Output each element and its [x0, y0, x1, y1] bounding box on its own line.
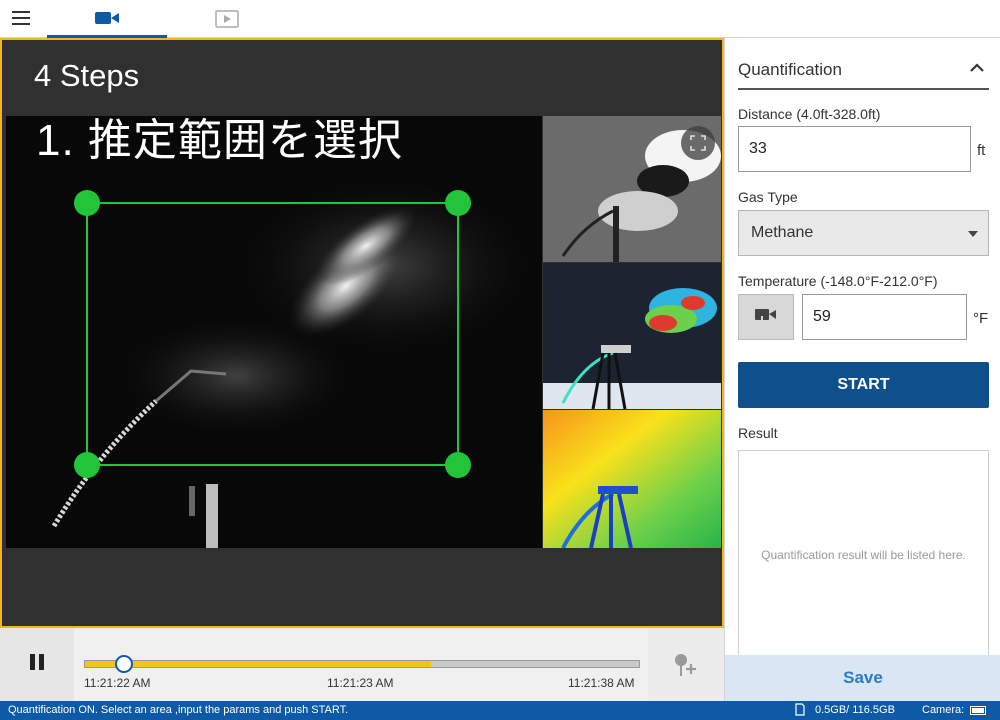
- panel-title: Quantification: [738, 60, 842, 79]
- hamburger-menu-icon[interactable]: [8, 7, 38, 31]
- top-bar: [0, 0, 1000, 38]
- start-button[interactable]: START: [738, 362, 989, 408]
- caret-down-icon: [968, 231, 978, 237]
- storage-text: 0.5GB/ 116.5GB: [815, 703, 895, 716]
- timeline-start-time: 11:21:22 AM: [84, 676, 151, 690]
- gas-type-value: Methane: [751, 224, 814, 241]
- battery-icon: [970, 705, 987, 715]
- thumbnail-colorized[interactable]: [543, 263, 721, 409]
- video-camera-icon: [95, 11, 119, 24]
- temperature-unit: °F: [973, 310, 989, 327]
- temperature-input[interactable]: [802, 294, 967, 340]
- result-label: Result: [738, 425, 778, 441]
- step-title: 1. 推定範囲を選択: [36, 116, 403, 165]
- tab-playback[interactable]: [167, 0, 287, 38]
- timeline-loaded-bar: [85, 661, 432, 667]
- camera-status: Camera:: [922, 704, 987, 716]
- timeline-track[interactable]: [84, 655, 640, 673]
- timeline-current-time: 11:21:23 AM: [327, 676, 394, 690]
- distance-unit: ft: [977, 142, 986, 159]
- distance-input[interactable]: [738, 126, 971, 172]
- add-pin-icon: [675, 653, 696, 676]
- play-video-icon: [215, 10, 239, 28]
- sd-card-icon: [795, 703, 805, 716]
- camera-label: Camera:: [922, 704, 965, 716]
- quantification-panel: Quantification Distance (4.0ft-328.0ft) …: [724, 38, 1000, 701]
- timeline-end-time: 11:21:38 AM: [568, 676, 635, 690]
- video-viewer[interactable]: 4 Steps 1. 推定範囲を選択: [0, 38, 724, 628]
- result-area: Quantification result will be listed her…: [738, 450, 989, 660]
- temperature-from-camera-button[interactable]: [738, 294, 794, 340]
- gas-type-label: Gas Type: [738, 189, 798, 205]
- save-button[interactable]: Save: [725, 655, 1000, 701]
- storage-indicator: 0.5GB/ 116.5GB: [795, 703, 895, 716]
- roi-handle-top-left[interactable]: [74, 190, 100, 216]
- temperature-label: Temperature (-148.0°F-212.0°F): [738, 273, 938, 289]
- roi-handle-bottom-right[interactable]: [445, 452, 471, 478]
- pause-icon: [28, 654, 46, 675]
- pause-button[interactable]: [0, 628, 74, 701]
- thumbnail-strip: [543, 116, 721, 548]
- gas-type-select[interactable]: Methane: [738, 210, 989, 256]
- tab-live-camera[interactable]: [47, 0, 167, 38]
- result-placeholder: Quantification result will be listed her…: [761, 548, 966, 562]
- roi-handle-top-right[interactable]: [445, 190, 471, 216]
- fullscreen-icon[interactable]: [681, 126, 715, 160]
- quantification-area-selection[interactable]: [74, 190, 471, 478]
- camera-download-icon: [755, 309, 776, 327]
- status-message: Quantification ON. Select an area ,input…: [8, 704, 349, 716]
- thumbnail-grayscale[interactable]: [543, 116, 721, 262]
- roi-handle-bottom-left[interactable]: [74, 452, 100, 478]
- add-marker-button[interactable]: [648, 628, 724, 701]
- title-divider: [738, 88, 989, 90]
- steps-count: 4 Steps: [34, 58, 140, 93]
- status-bar: Quantification ON. Select an area ,input…: [0, 701, 1000, 720]
- chevron-up-icon[interactable]: [965, 56, 989, 80]
- distance-label: Distance (4.0ft-328.0ft): [738, 106, 881, 122]
- playback-timeline: 11:21:22 AM 11:21:23 AM 11:21:38 AM: [0, 628, 724, 701]
- timeline-scrubber[interactable]: [114, 655, 133, 673]
- thumbnail-thermal[interactable]: [543, 410, 721, 548]
